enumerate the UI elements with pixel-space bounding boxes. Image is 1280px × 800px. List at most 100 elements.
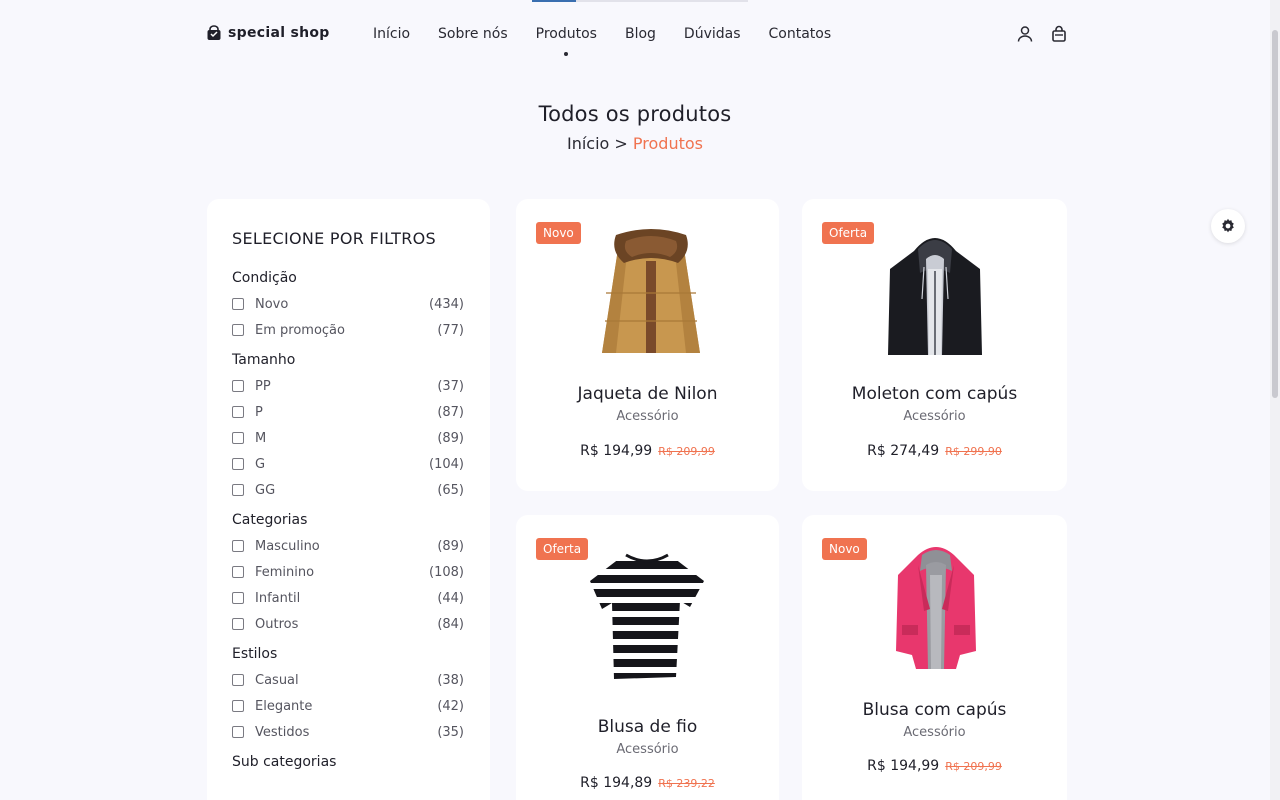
filter-checkbox[interactable] xyxy=(232,432,244,444)
filter-checkbox[interactable] xyxy=(232,406,244,418)
product-category: Acessório xyxy=(903,409,966,424)
filter-option-label: Elegante xyxy=(255,698,313,714)
filter-checkbox[interactable] xyxy=(232,618,244,630)
product-image-striped-shirt[interactable] xyxy=(588,551,706,681)
filter-option-label: Vestidos xyxy=(255,724,310,740)
filter-option-count: (44) xyxy=(437,590,464,606)
product-old-price: R$ 239,22 xyxy=(658,777,715,790)
shop-bag-logo-icon xyxy=(207,25,221,40)
filter-option-count: (84) xyxy=(437,616,464,632)
scrollbar-thumb[interactable] xyxy=(1272,30,1278,398)
filter-option-label: GG xyxy=(255,482,276,498)
filter-option[interactable]: Novo (434) xyxy=(232,296,464,312)
filter-option-label: Outros xyxy=(255,616,299,632)
filter-checkbox[interactable] xyxy=(232,700,244,712)
settings-button[interactable] xyxy=(1211,209,1245,243)
product-old-price: R$ 299,90 xyxy=(945,445,1002,458)
filter-option[interactable]: Infantil (44) xyxy=(232,590,464,606)
filter-option[interactable]: Elegante (42) xyxy=(232,698,464,714)
product-old-price: R$ 209,99 xyxy=(945,760,1002,773)
filter-option-count: (89) xyxy=(437,430,464,446)
page-title: Todos os produtos xyxy=(538,102,732,126)
filter-checkbox[interactable] xyxy=(232,458,244,470)
breadcrumb-current: Produtos xyxy=(632,134,703,153)
product-current-price: R$ 194,99 xyxy=(580,443,653,459)
product-category: Acessório xyxy=(903,725,966,740)
nav-contatos[interactable]: Contatos xyxy=(769,26,832,42)
product-card[interactable]: Novo Jaqueta de Nilon Acessório R$ 194,9… xyxy=(516,199,779,491)
filter-checkbox[interactable] xyxy=(232,674,244,686)
filter-option-label: PP xyxy=(255,378,271,394)
filter-option[interactable]: Masculino (89) xyxy=(232,538,464,554)
filter-option[interactable]: GG (65) xyxy=(232,482,464,498)
filter-checkbox[interactable] xyxy=(232,726,244,738)
breadcrumb-home[interactable]: Início xyxy=(567,134,609,153)
user-icon[interactable] xyxy=(1016,25,1034,43)
product-image-pink-coat[interactable] xyxy=(894,545,978,671)
filter-option[interactable]: Em promoção (77) xyxy=(232,322,464,338)
filter-group-condicao: Condição Novo (434) Em promoção (77) xyxy=(232,270,464,338)
header-actions xyxy=(1016,25,1068,43)
product-old-price: R$ 209,99 xyxy=(658,445,715,458)
product-category: Acessório xyxy=(616,742,679,757)
product-current-price: R$ 194,99 xyxy=(867,758,940,774)
filter-option-label: Infantil xyxy=(255,590,301,606)
product-image-hoodie[interactable] xyxy=(886,229,984,359)
filter-option-count: (65) xyxy=(437,482,464,498)
nav-produtos[interactable]: Produtos xyxy=(536,26,597,56)
product-badge: Novo xyxy=(536,222,581,244)
filter-group-sub-categorias: Sub categorias xyxy=(232,754,464,770)
filter-option[interactable]: PP (37) xyxy=(232,378,464,394)
nav-inicio[interactable]: Início xyxy=(373,26,410,42)
logo[interactable]: special shop xyxy=(206,25,330,41)
filter-option[interactable]: Outros (84) xyxy=(232,616,464,632)
product-name[interactable]: Blusa de fio xyxy=(516,717,779,737)
filter-option-label: Novo xyxy=(255,296,289,312)
product-name[interactable]: Blusa com capús xyxy=(802,700,1067,720)
filter-option-label: M xyxy=(255,430,267,446)
product-name[interactable]: Jaqueta de Nilon xyxy=(516,384,779,404)
logo-text: special shop xyxy=(228,25,330,41)
shopping-bag-icon[interactable] xyxy=(1050,25,1068,43)
filter-option-label: Masculino xyxy=(255,538,320,554)
filter-option-count: (42) xyxy=(437,698,464,714)
filter-option[interactable]: P (87) xyxy=(232,404,464,420)
filter-checkbox[interactable] xyxy=(232,484,244,496)
nav-sobre-nos[interactable]: Sobre nós xyxy=(438,26,508,42)
filter-option-label: Feminino xyxy=(255,564,315,580)
filter-option[interactable]: Vestidos (35) xyxy=(232,724,464,740)
product-card[interactable]: Oferta Blusa de fio Acessório R$ 194,89 R… xyxy=(516,515,779,800)
filter-checkbox[interactable] xyxy=(232,298,244,310)
product-current-price: R$ 274,49 xyxy=(867,443,940,459)
filter-checkbox[interactable] xyxy=(232,380,244,392)
filter-option[interactable]: Feminino (108) xyxy=(232,564,464,580)
filter-group-title: Sub categorias xyxy=(232,754,337,770)
product-category: Acessório xyxy=(616,409,679,424)
scrollbar[interactable] xyxy=(1270,0,1280,800)
filter-checkbox[interactable] xyxy=(232,592,244,604)
filter-option-count: (37) xyxy=(437,378,464,394)
product-name[interactable]: Moleton com capús xyxy=(802,384,1067,404)
product-card[interactable]: Novo Blusa com capús Acessório R$ 194,99… xyxy=(802,515,1067,800)
filter-group-tamanho: Tamanho PP (37) P (87) M (89) G (104) GG (65) xyxy=(232,352,464,498)
nav-duvidas[interactable]: Dúvidas xyxy=(684,26,741,42)
filter-option-count: (434) xyxy=(429,296,464,312)
product-price: R$ 194,99 R$ 209,99 xyxy=(802,758,1067,774)
product-card[interactable]: Oferta Moleton com capús Acessório R$ 27… xyxy=(802,199,1067,491)
filter-option-count: (35) xyxy=(437,724,464,740)
filter-checkbox[interactable] xyxy=(232,566,244,578)
filter-group-title: Condição xyxy=(232,270,297,286)
filter-option[interactable]: M (89) xyxy=(232,430,464,446)
filter-option[interactable]: G (104) xyxy=(232,456,464,472)
filter-group-estilos: Estilos Casual (38) Elegante (42) Vestidos… xyxy=(232,646,464,740)
page-heading: Todos os produtos Início > Produtos xyxy=(0,102,1270,153)
filter-checkbox[interactable] xyxy=(232,324,244,336)
product-badge: Oferta xyxy=(822,222,875,244)
filter-checkbox[interactable] xyxy=(232,540,244,552)
filters-panel: SELECIONE POR FILTROS Condição Novo (434)… xyxy=(207,199,490,800)
nav-blog[interactable]: Blog xyxy=(625,26,656,42)
filter-group-categorias: Categorias Masculino (89) Feminino (108) I… xyxy=(232,512,464,632)
product-image-jacket[interactable] xyxy=(596,227,706,359)
filter-option-label: Em promoção xyxy=(255,322,345,338)
filter-option[interactable]: Casual (38) xyxy=(232,672,464,688)
